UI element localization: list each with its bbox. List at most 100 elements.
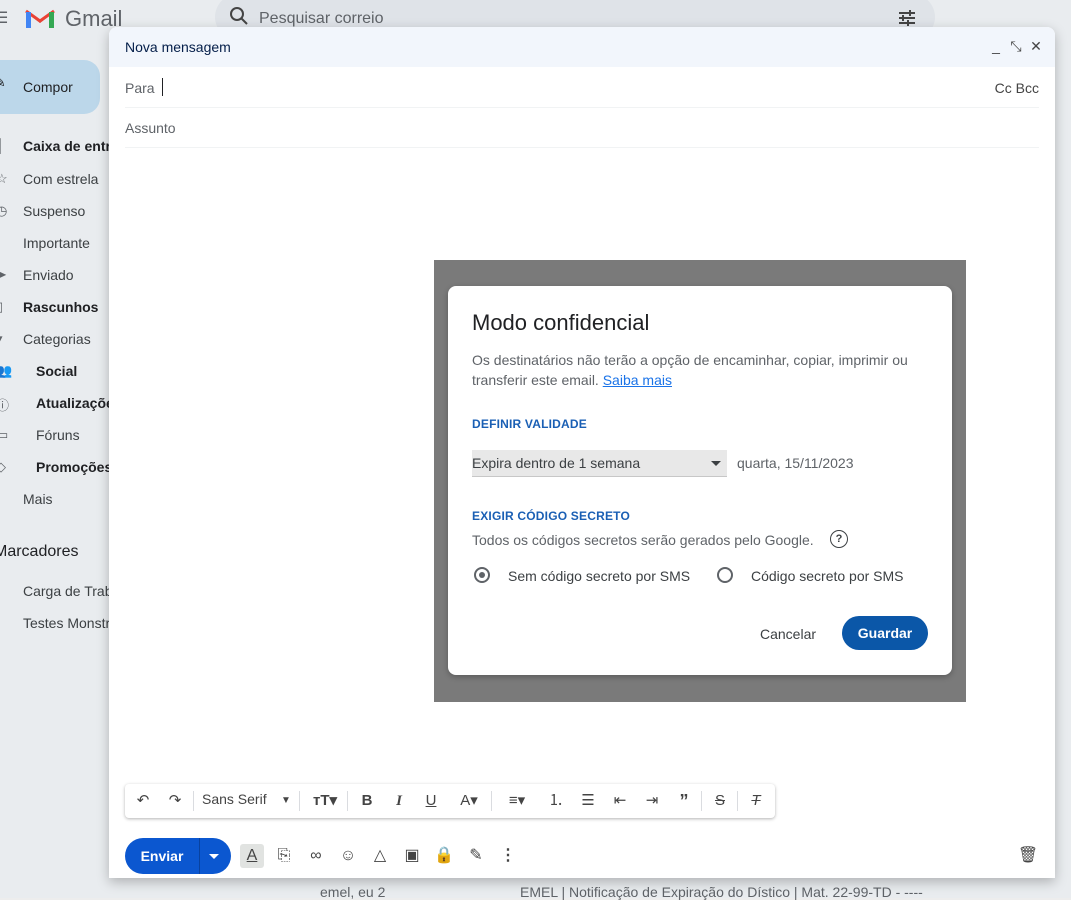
- font-dropdown-icon[interactable]: ▼: [279, 790, 293, 812]
- send-divider: [199, 838, 200, 874]
- sidebar-item-snoozed[interactable]: ◷ Suspenso: [0, 195, 110, 227]
- sidebar-item-social[interactable]: 👥 Social: [0, 355, 110, 387]
- bulleted-list-icon[interactable]: ☰: [577, 790, 599, 812]
- attach-file-icon[interactable]: ⎘: [272, 844, 296, 868]
- radio-no-sms[interactable]: [474, 567, 490, 583]
- exit-fullscreen-icon[interactable]: ⤡: [1007, 37, 1025, 55]
- formatting-options-icon[interactable]: A: [240, 844, 264, 868]
- chevron-right-icon: ›: [0, 583, 12, 598]
- to-label: Para: [125, 80, 155, 96]
- signature-icon[interactable]: ✎: [464, 844, 488, 868]
- toolbar-divider: [737, 791, 738, 811]
- sidebar-item-more[interactable]: Mais: [0, 483, 110, 515]
- undo-icon[interactable]: ↶: [133, 790, 153, 812]
- clear-formatting-icon[interactable]: T: [745, 790, 767, 812]
- compose-title: Nova mensagem: [125, 39, 231, 55]
- italic-icon[interactable]: I: [389, 790, 409, 812]
- learn-more-link[interactable]: Saiba mais: [603, 372, 672, 388]
- indent-less-icon[interactable]: ⇤: [609, 790, 631, 812]
- compose-header: Nova mensagem _ ⤡ ✕: [109, 27, 1055, 67]
- toolbar-divider: [701, 791, 702, 811]
- confidential-mode-dialog: Modo confidencial Os destinatários não t…: [448, 286, 952, 675]
- redo-icon[interactable]: ↷: [165, 790, 185, 812]
- draft-icon: ▯: [0, 299, 12, 315]
- tag-icon: ◇: [0, 459, 6, 474]
- toolbar-divider: [491, 791, 492, 811]
- gmail-logo: [25, 9, 55, 28]
- expiry-section-title: DEFINIR VALIDADE: [472, 417, 587, 431]
- subject-field[interactable]: Assunto: [125, 107, 1039, 148]
- sidebar-item-forums[interactable]: ▭ Fóruns: [0, 419, 110, 451]
- toolbar-divider: [299, 791, 300, 811]
- strikethrough-icon[interactable]: S: [709, 790, 731, 812]
- main-menu-icon[interactable]: ☰: [0, 8, 8, 28]
- insert-link-icon[interactable]: ∞: [304, 844, 328, 868]
- font-size-icon[interactable]: тT▾: [307, 790, 343, 812]
- drive-icon[interactable]: △: [368, 844, 392, 868]
- star-icon: ☆: [0, 171, 8, 186]
- dropdown-arrow-icon: [711, 461, 721, 466]
- dialog-title: Modo confidencial: [472, 310, 650, 335]
- sidebar-item-inbox[interactable]: ▌ Caixa de entrada: [0, 130, 110, 162]
- radio-no-sms-label[interactable]: Sem código secreto por SMS: [508, 568, 690, 584]
- underline-icon[interactable]: U: [421, 790, 441, 812]
- minimize-icon[interactable]: _: [987, 37, 1005, 55]
- sidebar-label-tests[interactable]: › Testes Monstro: [0, 607, 110, 639]
- search-icon: [230, 7, 248, 25]
- clock-icon: ◷: [0, 203, 8, 218]
- compose-button[interactable]: ✎ Compor: [0, 60, 100, 114]
- to-field[interactable]: Para Cc Bcc: [125, 67, 1039, 108]
- code-section-title: EXIGIR CÓDIGO SECRETO: [472, 509, 631, 523]
- close-icon[interactable]: ✕: [1027, 37, 1045, 55]
- labels-heading: Marcadores: [0, 543, 79, 560]
- radio-sms-label[interactable]: Código secreto por SMS: [751, 568, 904, 584]
- expiry-date: quarta, 15/11/2023: [737, 455, 854, 471]
- align-icon[interactable]: ≡▾: [499, 790, 535, 812]
- sidebar-item-updates[interactable]: ⓘ Atualizações: [0, 387, 110, 419]
- quote-icon[interactable]: ”: [673, 790, 695, 812]
- bold-icon[interactable]: B: [357, 790, 377, 812]
- toolbar-divider: [193, 791, 194, 811]
- cc-bcc-link[interactable]: Cc Bcc: [995, 80, 1039, 96]
- font-select[interactable]: Sans Serif: [202, 791, 267, 807]
- sidebar-label-workload[interactable]: › Carga de Trabalho: [0, 575, 110, 607]
- people-icon: 👥: [0, 363, 13, 378]
- sidebar-item-drafts[interactable]: ▯ Rascunhos: [0, 291, 110, 323]
- indent-more-icon[interactable]: ⇥: [641, 790, 663, 812]
- cancel-button[interactable]: Cancelar: [746, 616, 830, 652]
- search-options-icon[interactable]: [897, 8, 917, 28]
- text-color-icon[interactable]: A▾: [453, 790, 485, 812]
- confidential-mode-icon[interactable]: 🔒: [432, 844, 456, 868]
- send-button-group: Enviar: [125, 838, 231, 874]
- dialog-description: Os destinatários não terão a opção de en…: [472, 352, 908, 388]
- radio-sms[interactable]: [717, 567, 733, 583]
- discard-draft-icon[interactable]: 🗑: [1016, 844, 1040, 868]
- formatting-toolbar: ↶ ↷ Sans Serif ▼ тT▾ B I U A▾ ≡▾ ⒈ ☰ ⇤ ⇥…: [125, 784, 775, 818]
- save-button[interactable]: Guardar: [842, 616, 928, 650]
- chevron-down-icon: ▾: [0, 331, 12, 347]
- send-icon: ➤: [0, 267, 7, 282]
- numbered-list-icon[interactable]: ⒈: [545, 790, 567, 812]
- code-description: Todos os códigos secretos serão gerados …: [472, 532, 814, 548]
- info-icon: ⓘ: [0, 398, 10, 413]
- sidebar-item-important[interactable]: › Importante: [0, 227, 110, 259]
- search-placeholder: Pesquisar correio: [259, 10, 384, 27]
- insert-photo-icon[interactable]: ▣: [400, 844, 424, 868]
- emoji-icon[interactable]: ☺: [336, 844, 360, 868]
- sidebar-item-categories[interactable]: ▾ Categorias: [0, 323, 110, 355]
- sidebar-item-starred[interactable]: ☆ Com estrela: [0, 163, 110, 195]
- label-important-icon: ›: [0, 235, 12, 250]
- sidebar-item-sent[interactable]: ➤ Enviado: [0, 259, 110, 291]
- sidebar-item-promotions[interactable]: ◇ Promoções: [0, 451, 110, 483]
- chevron-right-icon: ›: [0, 615, 12, 630]
- toolbar-divider: [347, 791, 348, 811]
- text-cursor: [162, 78, 163, 96]
- send-button[interactable]: Enviar: [125, 838, 199, 874]
- help-icon[interactable]: ?: [830, 530, 848, 548]
- more-options-icon[interactable]: ⋮: [496, 844, 520, 868]
- compose-button-label: Compor: [23, 79, 73, 95]
- expiry-select[interactable]: Expira dentro de 1 semana: [472, 450, 727, 477]
- expiry-selected-value: Expira dentro de 1 semana: [472, 455, 641, 471]
- forum-icon: ▭: [0, 427, 9, 442]
- send-options-icon[interactable]: [209, 854, 219, 859]
